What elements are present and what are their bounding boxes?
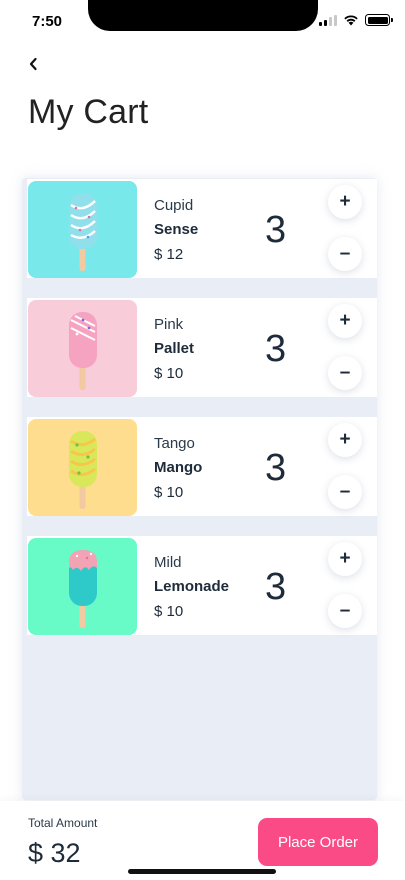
- wifi-icon: [344, 15, 358, 26]
- item-quantity: 3: [265, 566, 287, 608]
- back-button[interactable]: [22, 52, 44, 76]
- device-notch: [88, 0, 318, 31]
- increase-quantity-button[interactable]: +: [328, 423, 362, 457]
- item-image: [28, 538, 137, 635]
- item-name: Mild: [154, 554, 182, 571]
- item-name: Pallet: [154, 340, 195, 357]
- cart-item-tango-mango: Tango Mango $ 10 3 + –: [27, 417, 377, 516]
- item-name: Tango: [154, 435, 195, 452]
- home-indicator: [128, 869, 276, 874]
- cart-item-mild-lemonade: Mild Lemonade $ 10 3 + –: [27, 536, 377, 635]
- item-price: $ 10: [154, 365, 184, 382]
- item-name: Sense: [154, 221, 199, 238]
- item-quantity: 3: [265, 447, 287, 489]
- increase-quantity-button[interactable]: +: [328, 542, 362, 576]
- status-bar: 7:50: [0, 0, 405, 44]
- item-price: $ 12: [154, 246, 184, 263]
- status-icons: [319, 14, 393, 26]
- item-image: [28, 300, 137, 397]
- item-quantity: 3: [265, 209, 287, 251]
- popsicle-icon: [68, 311, 97, 390]
- decrease-quantity-button[interactable]: –: [328, 237, 362, 271]
- item-image: [28, 419, 137, 516]
- total-amount-value: $ 32: [28, 838, 81, 868]
- item-price: $ 10: [154, 603, 184, 620]
- popsicle-icon: [68, 430, 97, 509]
- popsicle-icon: [68, 549, 97, 628]
- item-name: Mango: [154, 459, 203, 476]
- increase-quantity-button[interactable]: +: [328, 185, 362, 219]
- page-title: My Cart: [28, 93, 149, 131]
- item-quantity: 3: [265, 328, 287, 370]
- total-amount-label: Total Amount: [28, 816, 98, 830]
- signal-icon: [319, 14, 337, 26]
- cart-item-cupid-sense: Cupid Sense $ 12 3 + –: [27, 179, 377, 278]
- increase-quantity-button[interactable]: +: [328, 304, 362, 338]
- decrease-quantity-button[interactable]: –: [328, 594, 362, 628]
- decrease-quantity-button[interactable]: –: [328, 475, 362, 509]
- decrease-quantity-button[interactable]: –: [328, 356, 362, 390]
- cart-item-pink-pallet: Pink Pallet $ 10 3 + –: [27, 298, 377, 397]
- item-image: [28, 181, 137, 278]
- chevron-left-icon: [29, 57, 37, 71]
- battery-icon: [365, 14, 393, 26]
- item-name: Cupid: [154, 197, 194, 214]
- status-time: 7:50: [32, 13, 63, 30]
- item-name: Lemonade: [154, 578, 230, 595]
- item-name: Pink: [154, 316, 184, 333]
- popsicle-icon: [68, 192, 97, 271]
- place-order-button[interactable]: Place Order: [258, 818, 378, 866]
- item-price: $ 10: [154, 484, 184, 501]
